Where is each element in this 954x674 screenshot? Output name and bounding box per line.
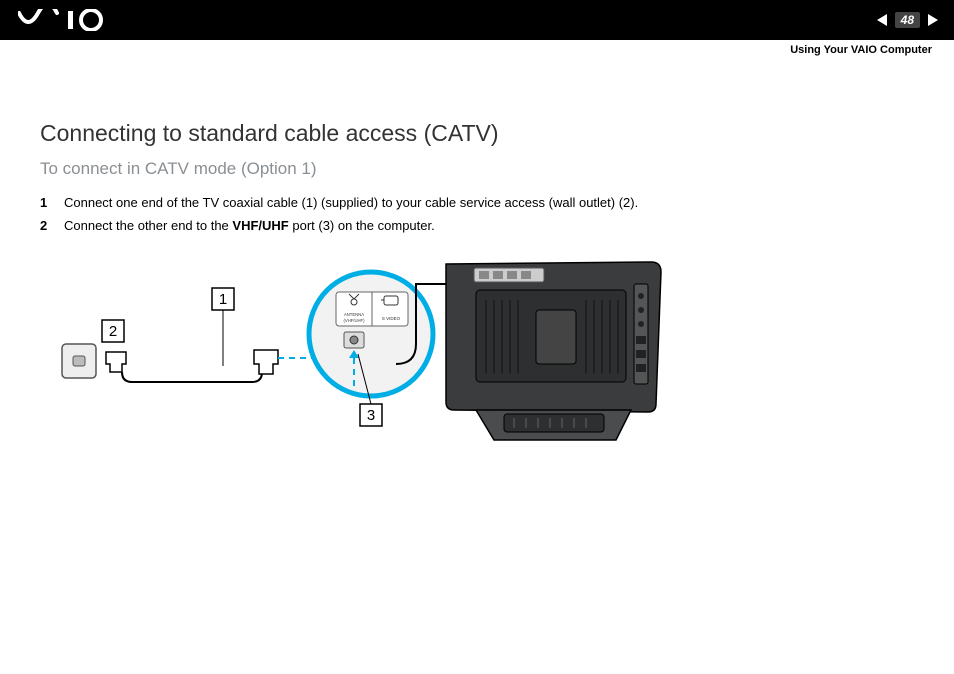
page-subtitle: To connect in CATV mode (Option 1) xyxy=(40,159,914,179)
page-navigation: 48 xyxy=(877,12,938,28)
page-content: Connecting to standard cable access (CAT… xyxy=(0,40,954,449)
next-page-arrow-icon[interactable] xyxy=(928,14,938,26)
connection-diagram: 2 1 ANTENNA (VHF/UHF) S VIDEO xyxy=(56,254,914,449)
section-title: Using Your VAIO Computer xyxy=(790,44,932,56)
step-text: Connect one end of the TV coaxial cable … xyxy=(64,191,638,214)
callout-1-text: 1 xyxy=(219,291,227,308)
step-number: 1 xyxy=(40,191,50,214)
svg-text:(VHF/UHF): (VHF/UHF) xyxy=(344,318,366,323)
callout-2-text: 2 xyxy=(109,323,117,340)
page-title: Connecting to standard cable access (CAT… xyxy=(40,120,914,147)
page-number: 48 xyxy=(895,12,920,28)
callout-3-text: 3 xyxy=(367,407,375,424)
step-text: Connect the other end to the VHF/UHF por… xyxy=(64,214,435,237)
step-2: 2 Connect the other end to the VHF/UHF p… xyxy=(40,214,914,237)
instruction-list: 1 Connect one end of the TV coaxial cabl… xyxy=(40,191,914,238)
header-bar: 48 xyxy=(0,0,954,40)
computer-rear-illustration xyxy=(446,262,661,440)
svg-text:S VIDEO: S VIDEO xyxy=(382,316,401,321)
prev-page-arrow-icon[interactable] xyxy=(877,14,887,26)
vaio-logo xyxy=(18,9,128,31)
svg-text:ANTENNA: ANTENNA xyxy=(344,312,364,317)
step-1: 1 Connect one end of the TV coaxial cabl… xyxy=(40,191,914,214)
step-number: 2 xyxy=(40,214,50,237)
